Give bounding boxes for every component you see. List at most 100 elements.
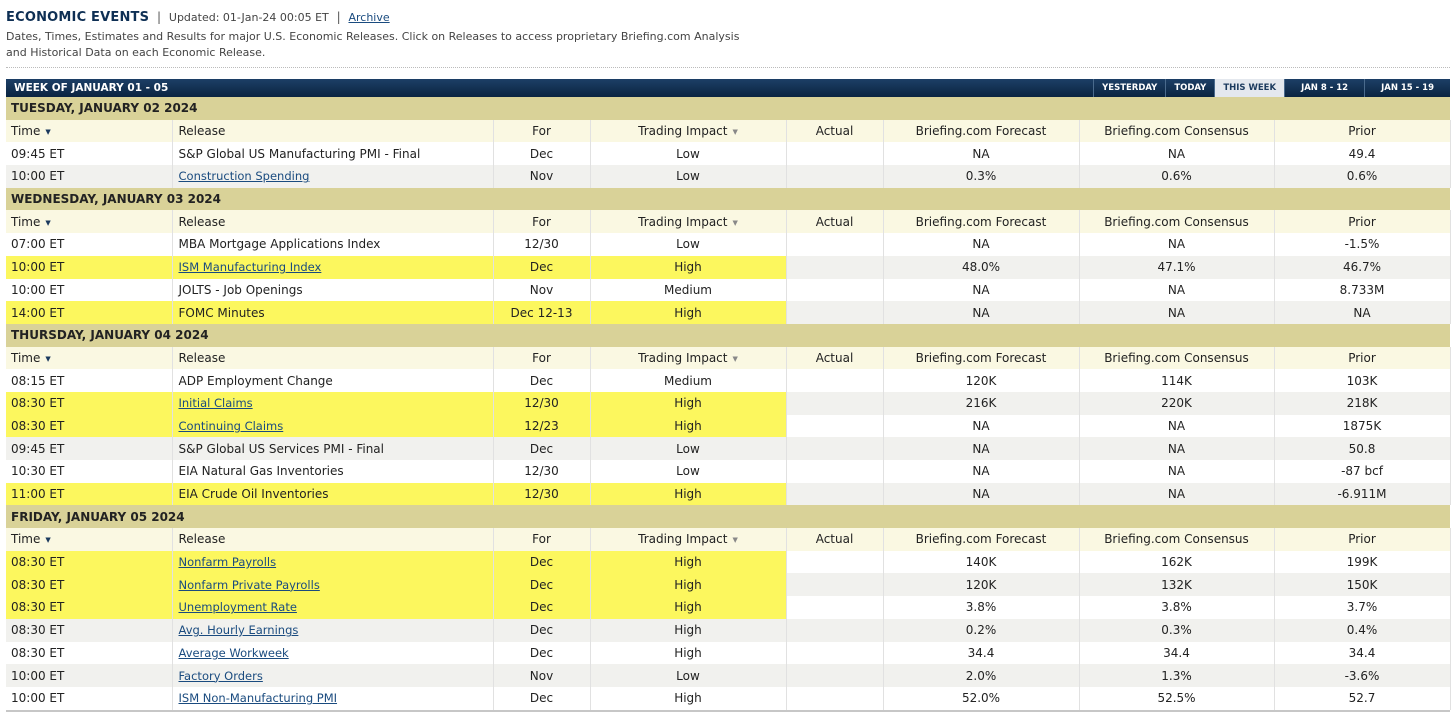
column-for-header: For [493, 119, 591, 143]
release-link[interactable]: ISM Manufacturing Index [179, 260, 322, 274]
column-impact-header-label: Trading Impact [638, 124, 728, 139]
event-time: 08:30 ET [6, 641, 173, 665]
event-impact: High [590, 482, 787, 506]
event-actual [786, 414, 884, 438]
column-header-row: Time ▼ Release For Trading Impact ▼ Actual Brie… [6, 210, 1451, 234]
nav-jan-8-12[interactable]: JAN 8 - 12 [1284, 79, 1364, 97]
dotted-divider [6, 67, 1450, 68]
release-link[interactable]: Average Workweek [179, 646, 289, 660]
event-time: 10:00 ET [6, 255, 173, 279]
event-for: Dec [493, 550, 591, 574]
column-forecast-header-label: Briefing.com Forecast [915, 350, 1047, 365]
event-actual [786, 618, 884, 642]
event-forecast: 48.0% [883, 255, 1080, 279]
archive-link[interactable]: Archive [348, 11, 389, 24]
column-time-header[interactable]: Time ▼ [6, 528, 173, 551]
column-prior-header: Prior [1274, 210, 1451, 234]
event-impact: High [590, 414, 787, 438]
event-release: Factory Orders [172, 664, 494, 687]
column-for-header-label: For [532, 350, 551, 365]
column-actual-header: Actual [786, 346, 884, 370]
event-time: 10:00 ET [6, 165, 173, 188]
nav-today[interactable]: TODAY [1165, 79, 1214, 97]
event-row: 10:30 ET EIA Natural Gas Inventories 12/30… [6, 460, 1451, 483]
column-prior-header: Prior [1274, 528, 1451, 551]
event-consensus: 1.3% [1079, 664, 1275, 687]
column-actual-header-label: Actual [815, 214, 854, 229]
event-time: 10:00 ET [6, 664, 173, 687]
event-time: 10:00 ET [6, 278, 173, 302]
column-actual-header-label: Actual [815, 124, 854, 139]
sort-down-icon[interactable]: ▼ [732, 219, 737, 227]
event-forecast: 140K [883, 550, 1080, 574]
release-link[interactable]: Initial Claims [179, 396, 253, 410]
event-row: 10:00 ET Factory Orders Nov Low 2.0% 1.3% -3.6… [6, 664, 1451, 687]
event-forecast: NA [883, 278, 1080, 302]
release-link[interactable]: Continuing Claims [179, 419, 284, 433]
column-consensus-header-label: Briefing.com Consensus [1104, 214, 1249, 229]
event-row: 10:00 ET ISM Manufacturing Index Dec High 48… [6, 255, 1451, 279]
sort-down-icon[interactable]: ▼ [45, 128, 50, 136]
column-impact-header[interactable]: Trading Impact ▼ [590, 119, 787, 143]
column-release-header: Release [172, 528, 494, 551]
event-prior: 8.733M [1274, 278, 1451, 302]
column-impact-header[interactable]: Trading Impact ▼ [590, 210, 787, 234]
event-impact: High [590, 618, 787, 642]
nav-yesterday[interactable]: YESTERDAY [1093, 79, 1165, 97]
event-time: 07:00 ET [6, 233, 173, 256]
column-forecast-header-label: Briefing.com Forecast [915, 124, 1047, 139]
event-time: 09:45 ET [6, 142, 173, 166]
event-actual [786, 664, 884, 687]
release-link[interactable]: Nonfarm Payrolls [179, 555, 277, 569]
sort-down-icon[interactable]: ▼ [732, 536, 737, 544]
column-time-header[interactable]: Time ▼ [6, 119, 173, 143]
release-link[interactable]: Nonfarm Private Payrolls [179, 578, 320, 592]
sort-down-icon[interactable]: ▼ [732, 128, 737, 136]
event-for: Dec [493, 686, 591, 710]
day-header-row: FRIDAY, JANUARY 05 2024 [6, 505, 1450, 529]
column-prior-header: Prior [1274, 346, 1451, 370]
column-time-header[interactable]: Time ▼ [6, 346, 173, 370]
sort-down-icon[interactable]: ▼ [45, 219, 50, 227]
release-link[interactable]: Avg. Hourly Earnings [179, 623, 299, 637]
event-for: Nov [493, 664, 591, 687]
day-header-row: THURSDAY, JANUARY 04 2024 [6, 323, 1450, 347]
release-link[interactable]: Factory Orders [179, 669, 263, 683]
event-row: 08:30 ET Continuing Claims 12/23 High NA NA 18… [6, 414, 1451, 438]
column-release-header-label: Release [178, 124, 226, 139]
column-time-header[interactable]: Time ▼ [6, 210, 173, 234]
column-forecast-header: Briefing.com Forecast [883, 346, 1080, 370]
event-row: 08:30 ET Nonfarm Payrolls Dec High 140K 162K 1… [6, 550, 1451, 574]
sort-down-icon[interactable]: ▼ [45, 536, 50, 544]
column-forecast-header-label: Briefing.com Forecast [915, 532, 1047, 547]
column-release-header-label: Release [178, 350, 226, 365]
nav-this-week[interactable]: THIS WEEK [1214, 79, 1285, 97]
day-header: FRIDAY, JANUARY 05 2024 [6, 505, 1450, 529]
event-consensus: NA [1079, 301, 1275, 324]
nav-jan-15-19[interactable]: JAN 15 - 19 [1364, 79, 1450, 97]
column-impact-header[interactable]: Trading Impact ▼ [590, 528, 787, 551]
event-row: 08:30 ET Avg. Hourly Earnings Dec High 0.2% 0… [6, 618, 1451, 642]
release-link[interactable]: Unemployment Rate [179, 600, 297, 614]
event-for: Dec [493, 641, 591, 665]
column-impact-header[interactable]: Trading Impact ▼ [590, 346, 787, 370]
column-consensus-header: Briefing.com Consensus [1079, 528, 1275, 551]
event-for: Dec [493, 437, 591, 460]
event-prior: 49.4 [1274, 142, 1451, 166]
event-time: 08:30 ET [6, 391, 173, 415]
event-forecast: 216K [883, 391, 1080, 415]
event-row: 09:45 ET S&P Global US Manufacturing PMI … [6, 142, 1451, 166]
release-link[interactable]: Construction Spending [179, 169, 310, 183]
column-time-header-label: Time [11, 214, 41, 229]
event-consensus: 47.1% [1079, 255, 1275, 279]
day-header-row: WEDNESDAY, JANUARY 03 2024 [6, 187, 1450, 211]
event-for: Dec [493, 142, 591, 166]
event-prior: 0.4% [1274, 618, 1451, 642]
event-consensus: 132K [1079, 573, 1275, 597]
column-prior-header-label: Prior [1348, 124, 1376, 139]
event-prior: 150K [1274, 573, 1451, 597]
release-link[interactable]: ISM Non-Manufacturing PMI [179, 691, 338, 705]
sort-down-icon[interactable]: ▼ [45, 355, 50, 363]
sort-down-icon[interactable]: ▼ [732, 355, 737, 363]
day-header: WEDNESDAY, JANUARY 03 2024 [6, 187, 1450, 211]
